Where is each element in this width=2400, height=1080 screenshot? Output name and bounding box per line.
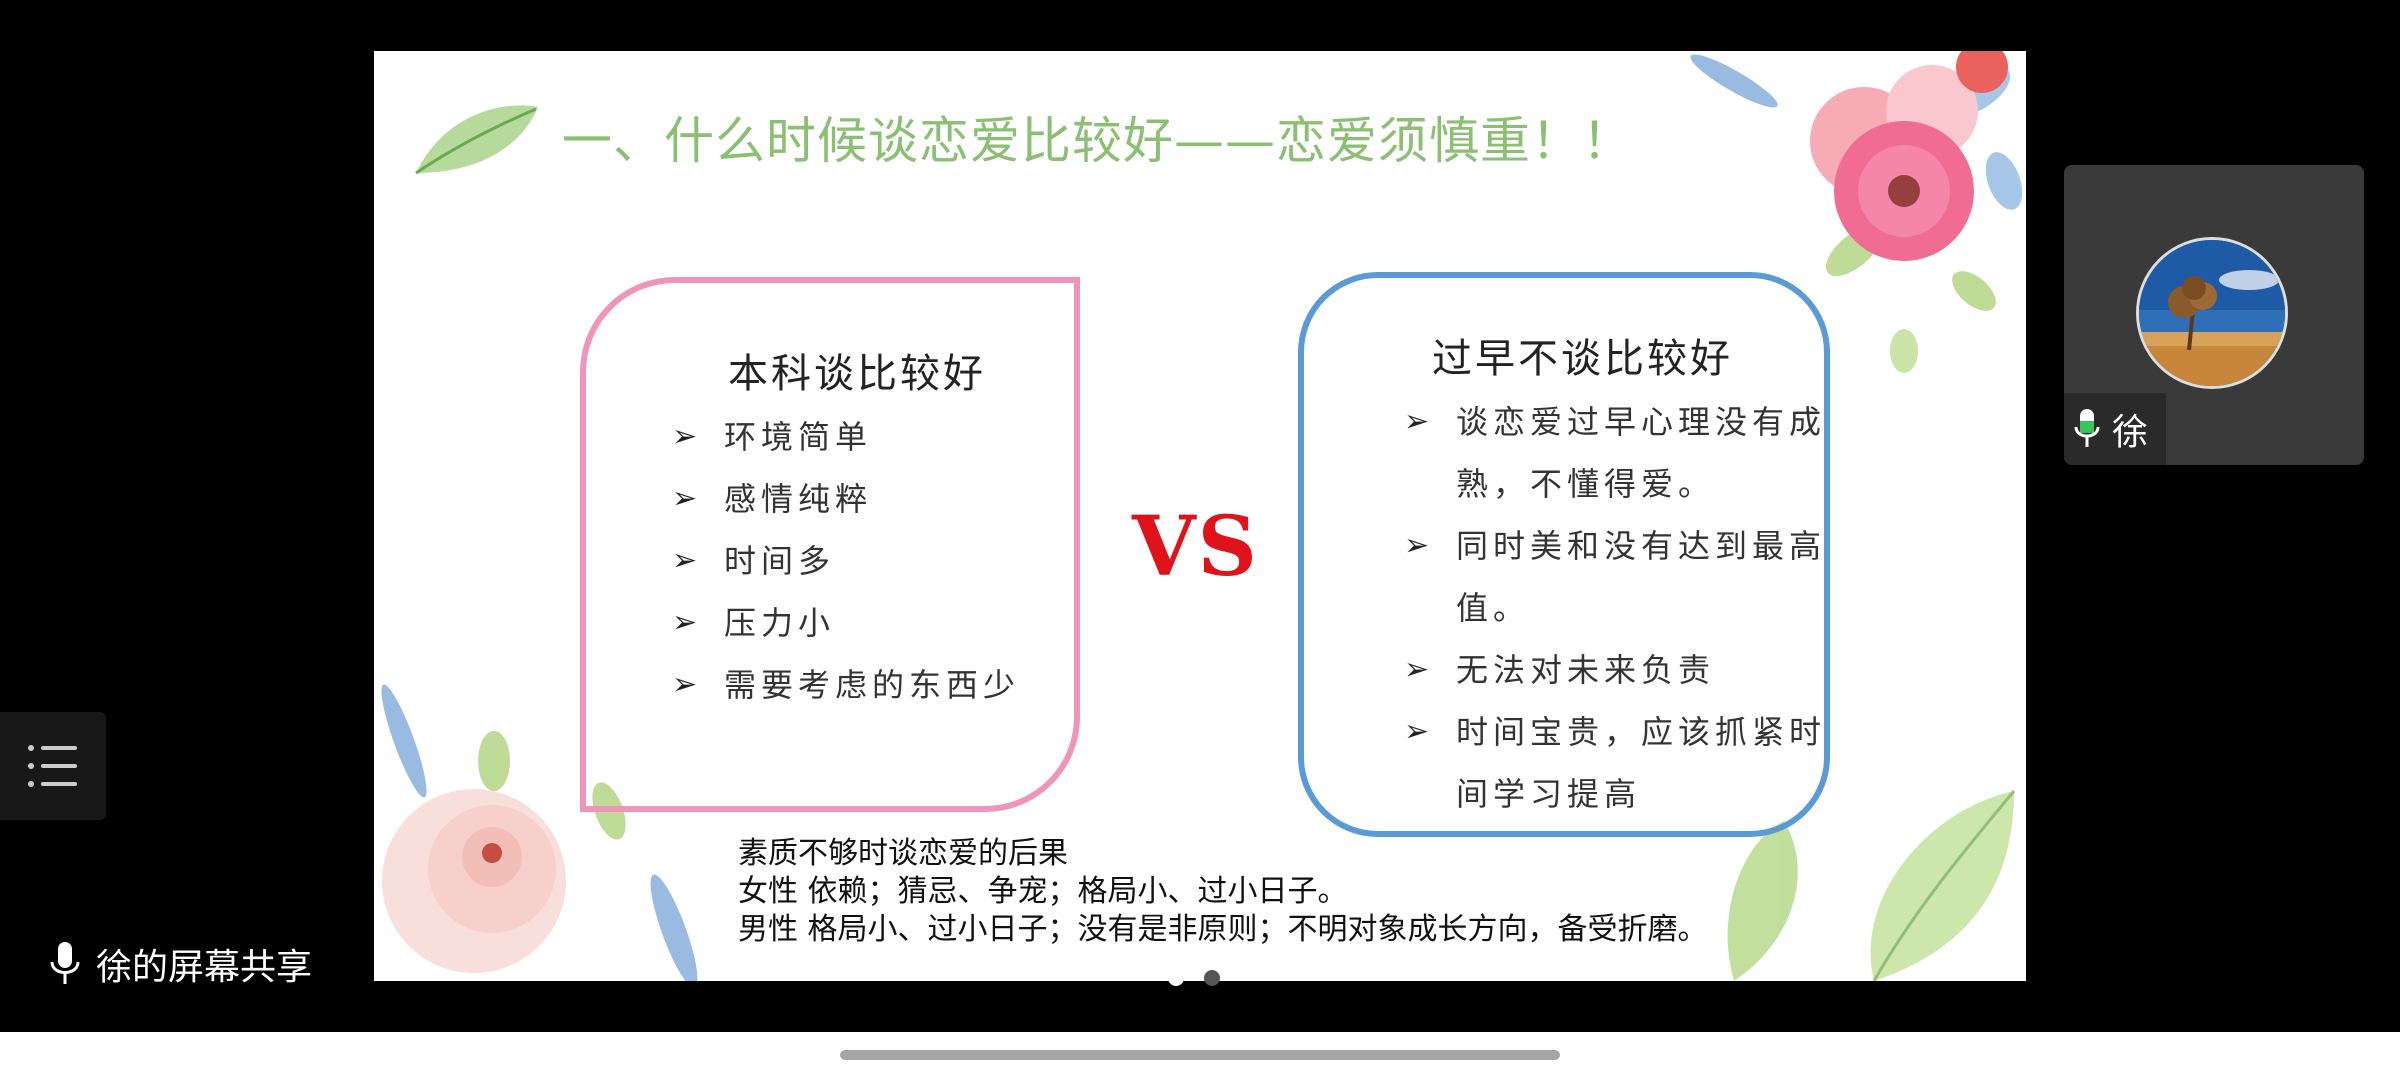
arrow-bullet-icon: ➢ (1404, 528, 1435, 563)
list-item: ➢ 时间多 (672, 530, 1020, 592)
page-dot[interactable] (1204, 970, 1220, 986)
list-menu-icon (28, 745, 77, 787)
list-item: ➢ 时间宝贵，应该抓紧时 间学习提高 (1404, 701, 1826, 825)
arrow-bullet-icon: ➢ (672, 543, 703, 578)
screen-share-label: 徐的屏幕共享 (48, 938, 312, 990)
arrow-bullet-icon: ➢ (1404, 714, 1435, 749)
mic-icon (2074, 409, 2100, 447)
advantage-list: ➢ 环境简单 ➢ 感情纯粹 ➢ 时间多 ➢ 压力小 ➢ 需要考虑的东西少 (672, 406, 1020, 716)
disadvantage-box-title: 过早不谈比较好 (1432, 336, 1733, 382)
arrow-bullet-icon: ➢ (672, 605, 703, 640)
list-item: ➢ 压力小 (672, 592, 1020, 654)
consequences-male: 男性 格局小、过小日子；没有是非原则；不明对象成长方向，备受折磨。 (738, 912, 1708, 947)
advantage-box-title: 本科谈比较好 (728, 351, 986, 397)
menu-button[interactable] (0, 712, 106, 820)
avatar-image (2139, 240, 2285, 386)
arrow-bullet-icon: ➢ (1404, 652, 1435, 687)
list-item: ➢ 同时美和没有达到最高 值。 (1404, 515, 1826, 639)
list-item: ➢ 环境简单 (672, 406, 1020, 468)
arrow-bullet-icon: ➢ (672, 481, 703, 516)
avatar (2136, 237, 2288, 389)
slide-title: 一、什么时候谈恋爱比较好——恋爱须慎重！！ (562, 112, 1633, 170)
list-item: ➢ 谈恋爱过早心理没有成 熟，不懂得爱。 (1404, 391, 1826, 515)
leaf-decoration (415, 105, 538, 175)
page-indicator (1168, 970, 1240, 990)
vs-label: VS (1132, 499, 1259, 595)
consequences-heading: 素质不够时谈恋爱的后果 (738, 836, 1068, 871)
list-item: ➢ 感情纯粹 (672, 468, 1020, 530)
screen-share-text: 徐的屏幕共享 (96, 947, 313, 988)
arrow-bullet-icon: ➢ (672, 419, 703, 454)
disadvantage-list: ➢ 谈恋爱过早心理没有成 熟，不懂得爱。 ➢ 同时美和没有达到最高 值。 ➢ 无法对未来负… (1404, 391, 1826, 825)
home-indicator[interactable] (840, 1050, 1560, 1060)
list-item: ➢ 需要考虑的东西少 (672, 654, 1020, 716)
participant-name: 徐 (2112, 412, 2149, 453)
list-item: ➢ 无法对未来负责 (1404, 639, 1826, 701)
consequences-text: 素质不够时谈恋爱的后果 女性 依赖；猜忌、争宠；格局小、过小日子。 男性 格局小… (738, 835, 1708, 949)
consequences-female: 女性 依赖；猜忌、争宠；格局小、过小日子。 (738, 874, 1348, 909)
participant-video-tile[interactable]: 徐 (2064, 165, 2364, 465)
arrow-bullet-icon: ➢ (672, 667, 703, 702)
shared-slide: 一、什么时候谈恋爱比较好——恋爱须慎重！！ 本科谈比较好 ➢ 环境简单 ➢ 感情… (374, 51, 2026, 981)
participant-name-tag: 徐 (2064, 393, 2167, 465)
mic-icon (50, 942, 80, 984)
page-dot-active[interactable] (1168, 970, 1184, 986)
arrow-bullet-icon: ➢ (1404, 404, 1435, 439)
